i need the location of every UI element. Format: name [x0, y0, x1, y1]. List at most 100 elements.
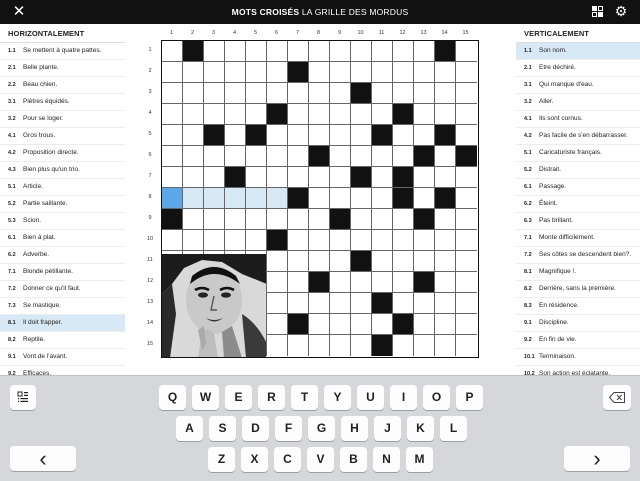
grid-cell[interactable]	[183, 230, 204, 251]
grid-cell[interactable]	[225, 209, 246, 230]
grid-cell[interactable]	[372, 104, 393, 125]
grid-cell[interactable]	[309, 209, 330, 230]
clue-item[interactable]: 4.2 Proposition directe.	[0, 145, 125, 162]
grid-cell[interactable]	[288, 83, 309, 104]
key-s[interactable]: S	[209, 416, 236, 441]
grid-cell[interactable]	[288, 41, 309, 62]
clue-item[interactable]: 1.1 Se mettent à quatre pattes.	[0, 43, 125, 60]
clue-item[interactable]: 6.3 Pas brillant.	[516, 213, 640, 230]
grid-cell[interactable]	[225, 62, 246, 83]
key-p[interactable]: P	[456, 385, 483, 410]
grid-cell[interactable]	[351, 314, 372, 335]
grid-cell[interactable]	[456, 314, 477, 335]
grid-cell[interactable]	[351, 146, 372, 167]
grid-cell[interactable]	[204, 209, 225, 230]
grid-cell[interactable]	[288, 104, 309, 125]
grid-cell[interactable]	[267, 188, 288, 209]
key-d[interactable]: D	[242, 416, 269, 441]
grid-cell[interactable]	[372, 314, 393, 335]
clue-list-toggle-button[interactable]	[10, 385, 36, 410]
grid-cell[interactable]	[414, 335, 435, 356]
grid-cell[interactable]	[393, 230, 414, 251]
grid-cell[interactable]	[351, 272, 372, 293]
grid-cell[interactable]	[351, 62, 372, 83]
grid-cell[interactable]	[393, 209, 414, 230]
clue-item[interactable]: 5.1 Caricaturiste français.	[516, 145, 640, 162]
key-e[interactable]: E	[225, 385, 252, 410]
grid-cell[interactable]	[183, 146, 204, 167]
grid-cell[interactable]	[309, 230, 330, 251]
grid-cell[interactable]	[414, 41, 435, 62]
grid-cell[interactable]	[351, 230, 372, 251]
grid-cell[interactable]	[162, 230, 183, 251]
gear-icon[interactable]: ⚙	[612, 2, 630, 20]
grid-cell[interactable]	[162, 104, 183, 125]
grid-cell[interactable]	[435, 104, 456, 125]
grid-cell[interactable]	[456, 272, 477, 293]
key-o[interactable]: O	[423, 385, 450, 410]
grid-view-icon[interactable]	[592, 6, 603, 17]
grid-cell[interactable]	[309, 83, 330, 104]
key-c[interactable]: C	[274, 447, 301, 472]
grid-cell[interactable]	[414, 188, 435, 209]
grid-cell[interactable]	[183, 188, 204, 209]
grid-cell[interactable]	[183, 104, 204, 125]
grid-cell[interactable]	[456, 167, 477, 188]
clue-item[interactable]: 9.2 En fin de vie.	[516, 332, 640, 349]
grid-cell[interactable]	[267, 125, 288, 146]
key-q[interactable]: Q	[159, 385, 186, 410]
grid-cell[interactable]	[204, 41, 225, 62]
grid-cell[interactable]	[288, 251, 309, 272]
grid-cell[interactable]	[309, 188, 330, 209]
grid-cell[interactable]	[309, 335, 330, 356]
grid-cell[interactable]	[288, 272, 309, 293]
grid-cell[interactable]	[309, 293, 330, 314]
key-y[interactable]: Y	[324, 385, 351, 410]
clue-item[interactable]: 8.3 En résidence.	[516, 298, 640, 315]
grid-cell[interactable]	[309, 167, 330, 188]
previous-clue-button[interactable]: ‹	[10, 446, 76, 471]
key-f[interactable]: F	[275, 416, 302, 441]
key-k[interactable]: K	[407, 416, 434, 441]
grid-cell[interactable]	[246, 62, 267, 83]
grid-cell[interactable]	[414, 251, 435, 272]
clue-item[interactable]: 9.1 Discipline.	[516, 315, 640, 332]
clue-item[interactable]: 2.1 Belle plante.	[0, 60, 125, 77]
clue-item[interactable]: 5.3 Scion.	[0, 213, 125, 230]
key-l[interactable]: L	[440, 416, 467, 441]
grid-cell[interactable]	[372, 209, 393, 230]
grid-cell[interactable]	[393, 125, 414, 146]
grid-cell[interactable]	[162, 83, 183, 104]
grid-cell[interactable]	[288, 230, 309, 251]
grid-cell[interactable]	[372, 62, 393, 83]
grid-cell[interactable]	[393, 62, 414, 83]
grid-cell[interactable]	[351, 104, 372, 125]
grid-cell[interactable]	[393, 272, 414, 293]
clue-item[interactable]: 8.2 Derrière, sans la première.	[516, 281, 640, 298]
clue-item[interactable]: 9.1 Vont de l'avant.	[0, 349, 125, 366]
grid-cell[interactable]	[330, 335, 351, 356]
grid-cell[interactable]	[288, 293, 309, 314]
grid-cell[interactable]	[309, 62, 330, 83]
clue-item[interactable]: 10.1 Terminaison.	[516, 349, 640, 366]
grid-cell[interactable]	[393, 293, 414, 314]
key-n[interactable]: N	[373, 447, 400, 472]
grid-cell[interactable]	[309, 251, 330, 272]
grid-cell[interactable]	[435, 335, 456, 356]
grid-cell[interactable]	[330, 104, 351, 125]
clue-item[interactable]: 4.3 Bien plus qu'un trio.	[0, 162, 125, 179]
grid-cell[interactable]	[267, 41, 288, 62]
grid-cell[interactable]	[393, 83, 414, 104]
grid-cell[interactable]	[267, 83, 288, 104]
key-v[interactable]: V	[307, 447, 334, 472]
grid-cell[interactable]	[267, 335, 288, 356]
grid-cell[interactable]	[330, 146, 351, 167]
grid-cell[interactable]	[351, 209, 372, 230]
clue-item[interactable]: 7.1 Monte difficilement.	[516, 230, 640, 247]
clue-item[interactable]: 4.1 Gros trous.	[0, 128, 125, 145]
clue-item[interactable]: 2.2 Beau chien.	[0, 77, 125, 94]
clue-item[interactable]: 5.2 Distrait.	[516, 162, 640, 179]
grid-cell[interactable]	[204, 62, 225, 83]
grid-cell[interactable]	[372, 83, 393, 104]
grid-cell[interactable]	[246, 83, 267, 104]
